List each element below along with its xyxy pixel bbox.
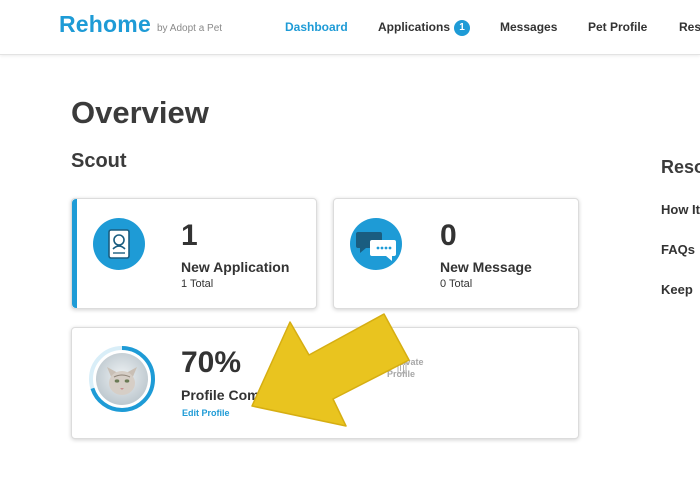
profile-progress-ring <box>88 345 156 413</box>
chat-bubbles-icon <box>350 218 402 270</box>
top-navigation-bar: Rehome by Adopt a Pet Dashboard Applicat… <box>0 0 700 55</box>
nav-messages-label: Messages <box>500 20 558 34</box>
nav-pet-profile-label: Pet Profile <box>588 20 648 34</box>
pet-name-heading: Scout <box>71 150 127 172</box>
nav-resources[interactable]: Res <box>679 20 700 34</box>
applications-count-badge: 1 <box>454 20 471 36</box>
message-count: 0 <box>440 219 457 252</box>
resource-link-how-it-works[interactable]: How It <box>661 202 700 217</box>
message-label: New Message <box>440 259 532 275</box>
application-count: 1 <box>181 219 198 252</box>
nav-pet-profile[interactable]: Pet Profile <box>588 20 647 34</box>
edit-profile-link[interactable]: Edit Profile <box>182 408 230 418</box>
messages-card[interactable]: 0 New Message 0 Total <box>333 198 579 309</box>
message-total: 0 Total <box>440 278 473 290</box>
application-total: 1 Total <box>181 278 214 290</box>
resource-link-keep[interactable]: Keep <box>661 282 693 297</box>
nav-messages[interactable]: Messages <box>500 20 557 34</box>
profile-completion-label: Profile Comp <box>181 387 269 403</box>
nav-dashboard[interactable]: Dashboard <box>285 20 348 34</box>
nav-applications-label: Applications <box>378 20 451 34</box>
rehome-logo[interactable]: Rehome <box>59 11 151 38</box>
resources-heading: Reso <box>661 157 700 177</box>
nav-resources-label: Res <box>679 20 700 34</box>
nav-applications[interactable]: Applications 1 <box>378 20 471 36</box>
application-label: New Application <box>181 259 290 275</box>
logo-subtitle: by Adopt a Pet <box>157 23 223 34</box>
applications-card[interactable]: 1 New Application 1 Total <box>71 198 317 309</box>
active-card-accent <box>72 199 77 308</box>
resource-link-faqs[interactable]: FAQs <box>661 242 695 257</box>
trash-icon <box>395 360 409 374</box>
application-document-icon <box>93 218 145 270</box>
profile-completion-percent: 70% <box>181 346 242 379</box>
profile-card: 70% Profile Comp Edit Profile <box>71 327 579 439</box>
page-title: Overview <box>71 95 209 130</box>
nav-dashboard-label: Dashboard <box>285 20 348 34</box>
